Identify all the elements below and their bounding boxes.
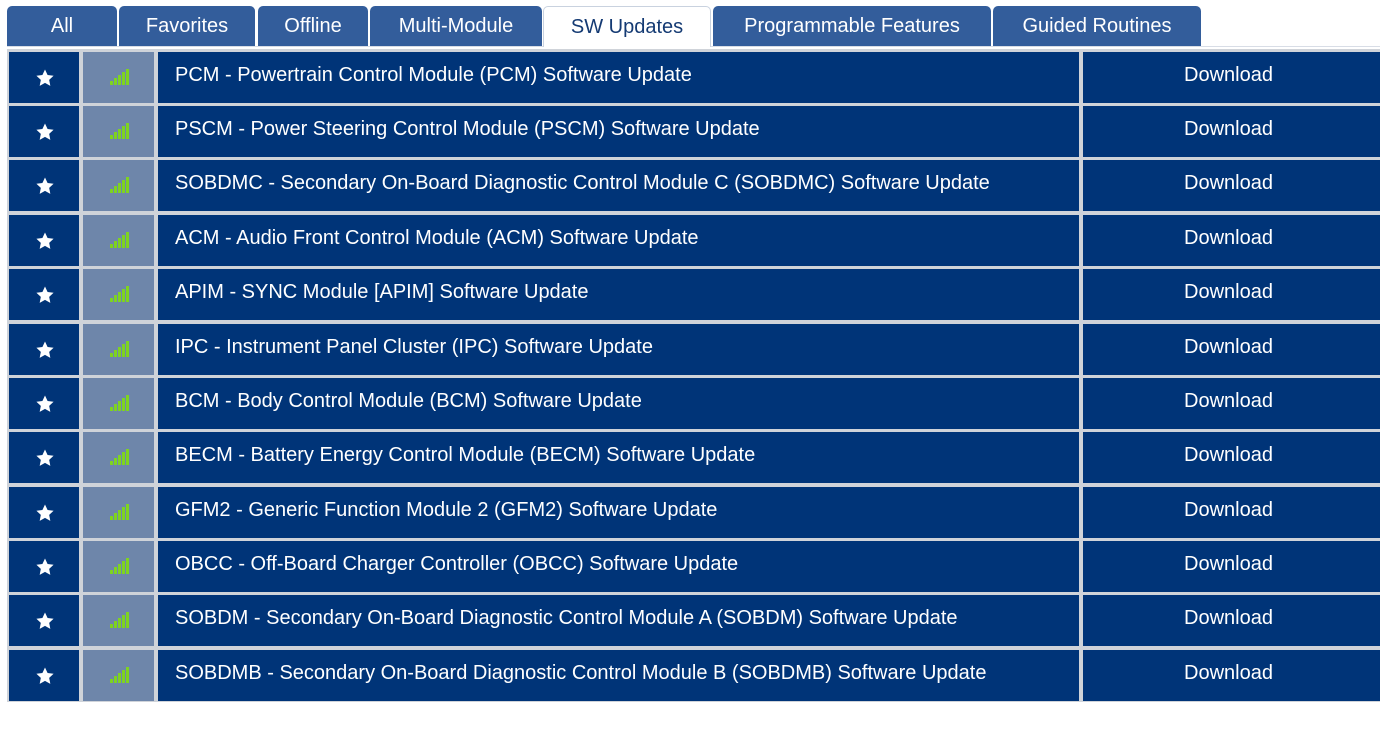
connection-status xyxy=(83,52,154,103)
tab-programmable-features[interactable]: Programmable Features xyxy=(713,6,991,46)
tab-offline[interactable]: Offline xyxy=(258,6,368,46)
connection-status xyxy=(83,324,154,375)
download-button[interactable]: Download xyxy=(1083,541,1380,592)
connection-status xyxy=(83,595,154,646)
tab-multi-module[interactable]: Multi-Module xyxy=(370,6,542,46)
star-icon xyxy=(36,177,54,194)
table-row: BCM - Body Control Module (BCM) Software… xyxy=(7,378,1380,429)
module-update-name: OBCC - Off-Board Charger Controller (OBC… xyxy=(158,541,1079,592)
table-row: GFM2 - Generic Function Module 2 (GFM2) … xyxy=(7,487,1380,538)
module-update-name: IPC - Instrument Panel Cluster (IPC) Sof… xyxy=(158,324,1079,375)
favorite-toggle-button[interactable] xyxy=(9,269,79,320)
star-icon xyxy=(36,558,54,575)
download-button[interactable]: Download xyxy=(1083,106,1380,157)
signal-strength-icon xyxy=(110,449,129,465)
star-icon xyxy=(36,341,54,358)
module-update-name: ACM - Audio Front Control Module (ACM) S… xyxy=(158,215,1079,266)
download-button[interactable]: Download xyxy=(1083,324,1380,375)
favorite-toggle-button[interactable] xyxy=(9,378,79,429)
software-update-list: PCM - Powertrain Control Module (PCM) So… xyxy=(7,49,1380,702)
module-update-name: PSCM - Power Steering Control Module (PS… xyxy=(158,106,1079,157)
download-button[interactable]: Download xyxy=(1083,378,1380,429)
star-icon xyxy=(36,286,54,303)
favorite-toggle-button[interactable] xyxy=(9,215,79,266)
favorite-toggle-button[interactable] xyxy=(9,487,79,538)
download-button[interactable]: Download xyxy=(1083,52,1380,103)
signal-strength-icon xyxy=(110,395,129,411)
connection-status xyxy=(83,650,154,701)
table-row: IPC - Instrument Panel Cluster (IPC) Sof… xyxy=(7,324,1380,375)
table-row: PSCM - Power Steering Control Module (PS… xyxy=(7,106,1380,157)
download-button[interactable]: Download xyxy=(1083,650,1380,701)
connection-status xyxy=(83,269,154,320)
module-update-name: GFM2 - Generic Function Module 2 (GFM2) … xyxy=(158,487,1079,538)
signal-strength-icon xyxy=(110,341,129,357)
table-row: OBCC - Off-Board Charger Controller (OBC… xyxy=(7,541,1380,592)
favorite-toggle-button[interactable] xyxy=(9,541,79,592)
signal-strength-icon xyxy=(110,667,129,683)
signal-strength-icon xyxy=(110,612,129,628)
table-row: PCM - Powertrain Control Module (PCM) So… xyxy=(7,52,1380,103)
download-button[interactable]: Download xyxy=(1083,432,1380,483)
star-icon xyxy=(36,449,54,466)
signal-strength-icon xyxy=(110,69,129,85)
favorite-toggle-button[interactable] xyxy=(9,324,79,375)
signal-strength-icon xyxy=(110,123,129,139)
table-row: ACM - Audio Front Control Module (ACM) S… xyxy=(7,215,1380,266)
signal-strength-icon xyxy=(110,177,129,193)
download-button[interactable]: Download xyxy=(1083,215,1380,266)
connection-status xyxy=(83,160,154,211)
star-icon xyxy=(36,667,54,684)
connection-status xyxy=(83,541,154,592)
table-row: SOBDMC - Secondary On-Board Diagnostic C… xyxy=(7,160,1380,211)
tab-sw-updates[interactable]: SW Updates xyxy=(543,6,711,47)
table-row: BECM - Battery Energy Control Module (BE… xyxy=(7,432,1380,483)
signal-strength-icon xyxy=(110,232,129,248)
tab-favorites[interactable]: Favorites xyxy=(119,6,255,46)
table-row: APIM - SYNC Module [APIM] Software Updat… xyxy=(7,269,1380,320)
star-icon xyxy=(36,232,54,249)
star-icon xyxy=(36,504,54,521)
download-button[interactable]: Download xyxy=(1083,487,1380,538)
star-icon xyxy=(36,612,54,629)
favorite-toggle-button[interactable] xyxy=(9,595,79,646)
signal-strength-icon xyxy=(110,504,129,520)
tab-all[interactable]: All xyxy=(7,6,117,46)
connection-status xyxy=(83,432,154,483)
signal-strength-icon xyxy=(110,286,129,302)
module-update-name: PCM - Powertrain Control Module (PCM) So… xyxy=(158,52,1079,103)
module-update-name: BECM - Battery Energy Control Module (BE… xyxy=(158,432,1079,483)
star-icon xyxy=(36,69,54,86)
star-icon xyxy=(36,395,54,412)
favorite-toggle-button[interactable] xyxy=(9,106,79,157)
favorite-toggle-button[interactable] xyxy=(9,650,79,701)
table-row: SOBDMB - Secondary On-Board Diagnostic C… xyxy=(7,650,1380,701)
connection-status xyxy=(83,487,154,538)
favorite-toggle-button[interactable] xyxy=(9,432,79,483)
favorite-toggle-button[interactable] xyxy=(9,160,79,211)
module-update-name: BCM - Body Control Module (BCM) Software… xyxy=(158,378,1079,429)
connection-status xyxy=(83,378,154,429)
download-button[interactable]: Download xyxy=(1083,595,1380,646)
module-update-name: SOBDMC - Secondary On-Board Diagnostic C… xyxy=(158,160,1079,211)
tab-bar: All Favorites Offline Multi-Module SW Up… xyxy=(7,6,1380,47)
favorite-toggle-button[interactable] xyxy=(9,52,79,103)
module-update-name: SOBDM - Secondary On-Board Diagnostic Co… xyxy=(158,595,1079,646)
connection-status xyxy=(83,215,154,266)
download-button[interactable]: Download xyxy=(1083,269,1380,320)
connection-status xyxy=(83,106,154,157)
tab-guided-routines[interactable]: Guided Routines xyxy=(993,6,1201,46)
signal-strength-icon xyxy=(110,558,129,574)
table-row: SOBDM - Secondary On-Board Diagnostic Co… xyxy=(7,595,1380,646)
star-icon xyxy=(36,123,54,140)
download-button[interactable]: Download xyxy=(1083,160,1380,211)
module-update-name: SOBDMB - Secondary On-Board Diagnostic C… xyxy=(158,650,1079,701)
module-update-name: APIM - SYNC Module [APIM] Software Updat… xyxy=(158,269,1079,320)
